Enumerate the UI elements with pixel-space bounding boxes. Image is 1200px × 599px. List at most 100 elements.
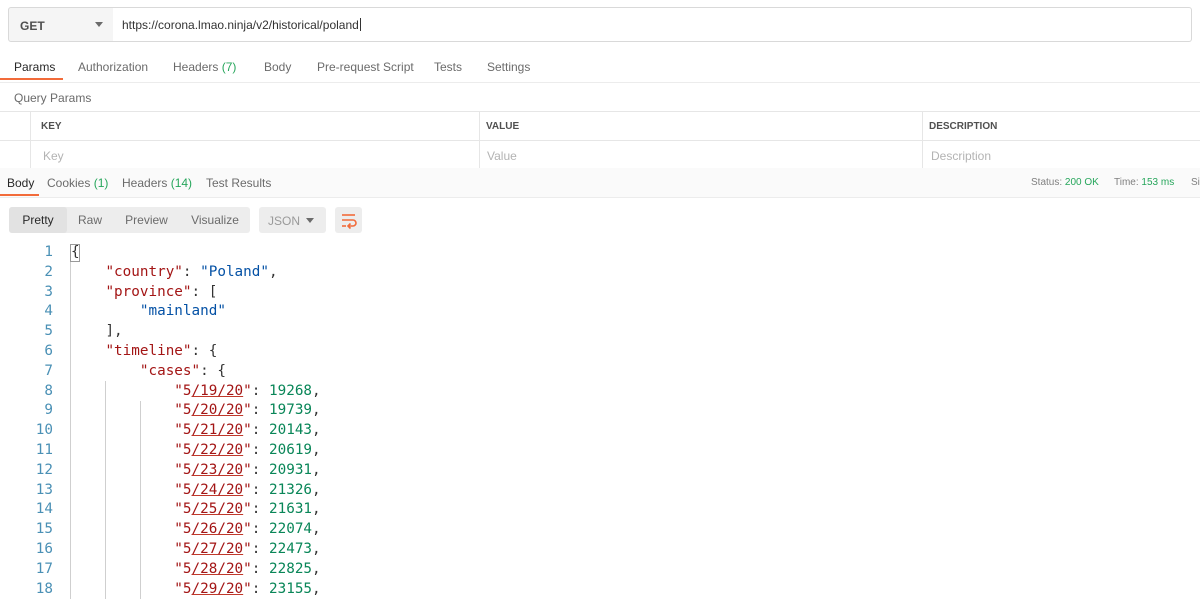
format-select[interactable]: JSON [259,207,326,233]
line-number: 12 [35,461,53,478]
size-label: Si [1191,177,1200,188]
tab-label: Tests [434,60,463,74]
code-text: { [71,244,80,260]
tab-pre-request-script[interactable]: Pre-request Script [317,60,414,74]
method-select[interactable]: GET [8,7,114,42]
code-text: "5/20/20": 19739, [174,402,321,419]
line-number: 14 [35,501,53,518]
format-label: JSON [268,214,301,228]
column-header: DESCRIPTION [929,121,998,132]
line-number: 1 [44,244,53,260]
code-text: "5/23/20": 20931, [174,461,321,478]
code-text: "country": "Poland", [105,263,278,280]
value-input[interactable]: Value [479,141,923,169]
code-line: 14 "5/25/20": 21631, [0,499,1200,519]
code-text: ], [105,323,123,340]
active-tab-indicator [0,78,63,80]
button-label: Visualize [191,213,239,227]
description-placeholder: Description [931,149,992,163]
line-number: 16 [35,541,53,557]
line-number: 18 [35,580,53,597]
method-label: GET [20,19,45,33]
button-label: Preview [125,213,168,227]
code-line: 17 "5/28/20": 22825, [0,559,1200,579]
line-number: 9 [44,402,53,419]
table-header-row: KEY VALUE DESCRIPTION [0,112,1200,140]
header-cell-value: VALUE [479,112,923,140]
line-number: 5 [44,323,53,340]
key-placeholder: Key [43,149,64,163]
tab-label: Headers [173,60,219,74]
line-number: 17 [35,560,53,577]
code-text: "5/26/20": 22074, [174,521,321,538]
description-input[interactable]: Description [922,141,1200,169]
time-indicator: Time: 153 ms [1114,177,1174,188]
code-line: 15 "5/26/20": 22074, [0,519,1200,539]
tab-cookies[interactable]: Cookies (1) [47,176,108,190]
tab-label: Params [14,60,56,74]
header-cell-description: DESCRIPTION [922,112,1200,140]
tab-label: Cookies [47,176,91,190]
value-placeholder: Value [487,149,517,163]
button-label: Raw [77,213,102,227]
tab-body[interactable]: Body [264,60,291,74]
code-text: "5/22/20": 20619, [174,442,321,458]
key-input[interactable]: Key [30,141,480,169]
line-number: 7 [44,362,53,379]
tab-settings[interactable]: Settings [487,60,530,74]
tab-headers[interactable]: Headers (7) [173,60,236,74]
query-params-table: KEY VALUE DESCRIPTION Key Value Descript… [0,111,1200,170]
code-line: 18 "5/29/20": 23155, [0,579,1200,599]
code-line: 11 "5/22/20": 20619, [0,440,1200,460]
line-number: 2 [44,263,53,280]
code-line: 1{ [0,242,1200,262]
line-number: 6 [44,343,53,359]
tab-authorization[interactable]: Authorization [78,60,148,74]
query-params-title: Query Params [14,91,92,105]
tab-params[interactable]: Params [14,60,55,74]
code-text: "5/25/20": 21631, [174,501,321,518]
tab-test-results[interactable]: Test Results [206,176,271,190]
tab-label: Body [264,60,292,74]
code-text: "5/27/20": 22473, [174,541,321,557]
code-text: "mainland" [139,303,226,320]
code-text: "5/19/20": 19268, [174,382,321,399]
tab-label: Settings [487,60,531,74]
code-line: 5 ], [0,321,1200,341]
wrap-lines-button[interactable] [335,207,362,233]
preview-button[interactable]: Preview [113,207,180,233]
code-line: 3 "province": [ [0,282,1200,302]
tab-response-body[interactable]: Body [7,176,34,190]
request-tabs: Params Authorization Headers (7) Body Pr… [0,52,1200,83]
table-row: Key Value Description [0,140,1200,169]
tab-count: (7) [221,60,237,74]
code-line: 6 "timeline": { [0,341,1200,361]
code-line: 4 "mainland" [0,301,1200,321]
time-label: Time: [1114,177,1139,188]
column-header: KEY [41,121,62,132]
tab-count: (1) [93,176,109,190]
code-text: "cases": { [139,362,226,379]
visualize-button[interactable]: Visualize [180,207,250,233]
tab-tests[interactable]: Tests [434,60,462,74]
line-number: 3 [44,283,53,300]
url-input[interactable]: https://corona.lmao.ninja/v2/historical/… [113,7,1192,42]
raw-button[interactable]: Raw [67,207,113,233]
button-label: Pretty [22,213,54,227]
code-line: 9 "5/20/20": 19739, [0,400,1200,420]
code-line: 7 "cases": { [0,361,1200,381]
tab-label: Test Results [206,176,272,190]
code-text: "5/21/20": 20143, [174,422,321,439]
active-tab-indicator [0,194,39,196]
line-number: 10 [35,422,53,439]
code-line: 16 "5/27/20": 22473, [0,539,1200,559]
response-body-editor[interactable]: 1{2 "country": "Poland", 3 "province": [4… [0,242,1200,599]
wrap-lines-icon [342,214,357,230]
code-line: 13 "5/24/20": 21326, [0,480,1200,500]
code-line: 12 "5/23/20": 20931, [0,460,1200,480]
code-text: "5/24/20": 21326, [174,481,321,498]
pretty-button[interactable]: Pretty [9,207,67,233]
chevron-down-icon [95,22,103,27]
chevron-down-icon [306,218,314,223]
tab-response-headers[interactable]: Headers (14) [122,176,192,190]
